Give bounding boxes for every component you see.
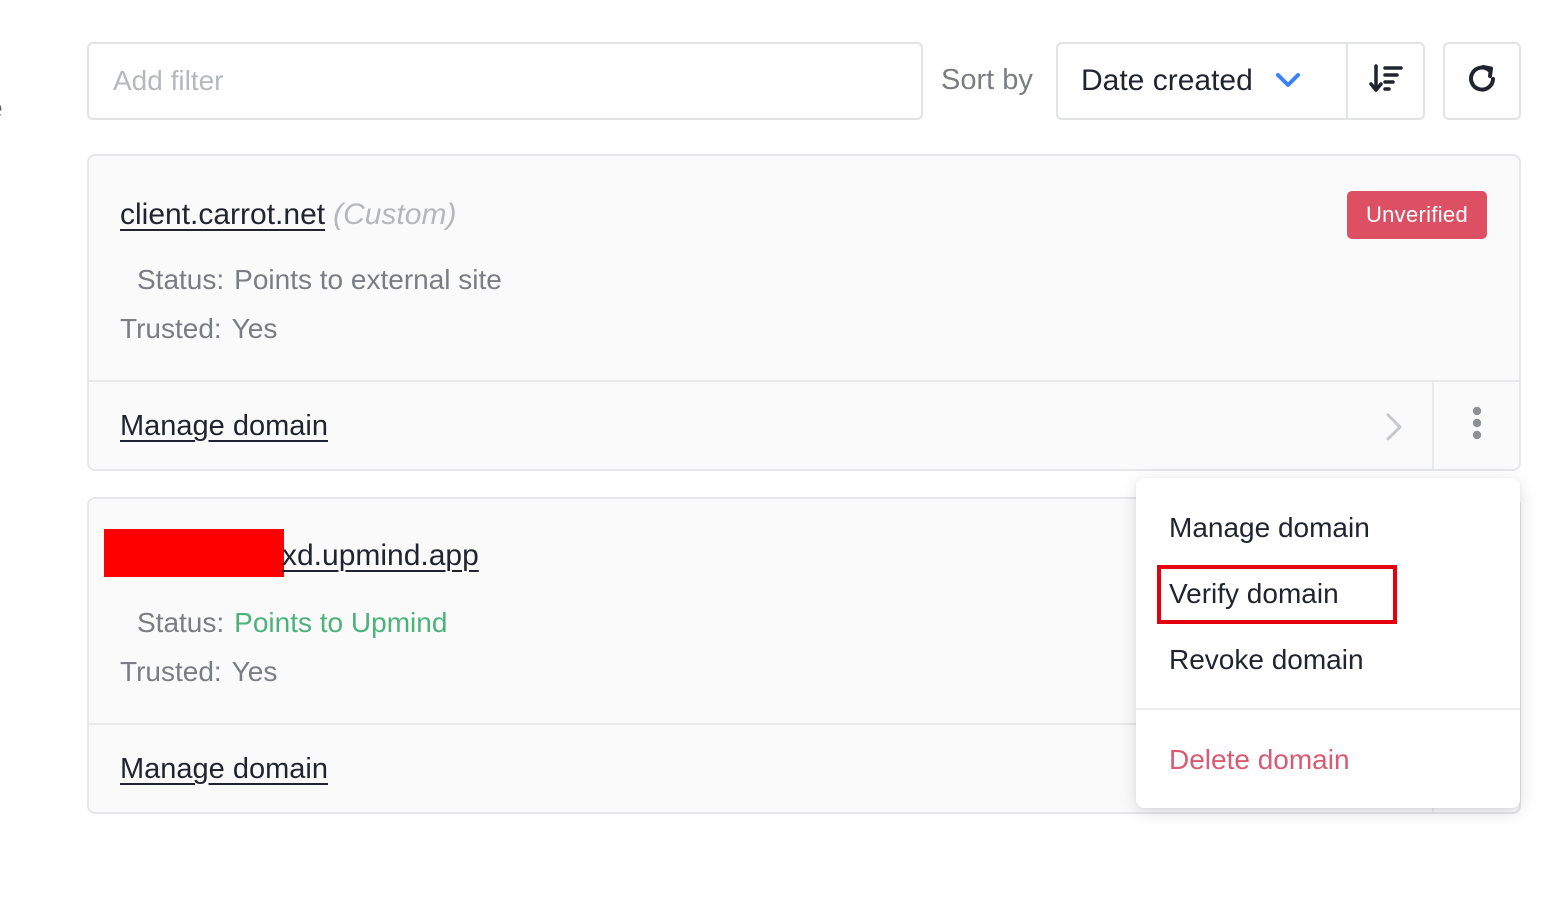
domain-name-link[interactable]: client.carrot.net [120, 198, 325, 231]
domain-type-label: (Custom) [333, 198, 457, 231]
trusted-label: Trusted: [120, 656, 222, 687]
menu-item-revoke-domain[interactable]: Revoke domain [1169, 644, 1364, 676]
status-value: Points to external site [234, 264, 502, 295]
sort-descending-icon [1368, 63, 1403, 100]
sort-by-label: Sort by [941, 64, 1033, 96]
domain-card-footer: Manage domain [89, 380, 1519, 469]
trusted-value: Yes [231, 313, 278, 344]
sort-field-select[interactable]: Date created [1058, 44, 1348, 118]
trusted-row: Trusted: Yes [120, 656, 277, 688]
chevron-right-icon[interactable] [1384, 412, 1404, 447]
menu-item-manage-domain[interactable]: Manage domain [1169, 512, 1370, 544]
status-row: Status: Points to external site [137, 264, 502, 296]
sort-control: Date created [1056, 42, 1425, 120]
kebab-icon [1471, 406, 1483, 445]
menu-item-delete-domain[interactable]: Delete domain [1169, 744, 1350, 776]
sort-direction-button[interactable] [1348, 44, 1423, 118]
trusted-value: Yes [231, 656, 278, 687]
status-label: Status: [137, 264, 225, 295]
status-badge: Unverified [1346, 191, 1487, 239]
refresh-button[interactable] [1443, 42, 1521, 120]
status-row: Status: Points to Upmind [137, 607, 447, 639]
domain-name-link[interactable]: xd.upmind.app [282, 539, 479, 573]
menu-divider [1136, 708, 1520, 710]
add-filter-input[interactable] [87, 42, 923, 120]
sort-field-value: Date created [1081, 64, 1253, 97]
more-actions-button[interactable] [1432, 382, 1519, 469]
status-label: Status: [137, 607, 225, 638]
domains-page: e Sort by Date created [0, 0, 1564, 904]
manage-domain-link[interactable]: Manage domain [120, 410, 328, 443]
redaction-block [104, 529, 284, 577]
domain-title: client.carrot.net (Custom) [120, 198, 456, 232]
refresh-icon [1464, 61, 1500, 102]
manage-domain-link[interactable]: Manage domain [120, 753, 328, 786]
status-value: Points to Upmind [234, 607, 448, 638]
chevron-down-icon [1275, 71, 1301, 94]
trusted-label: Trusted: [120, 313, 222, 344]
menu-item-verify-domain[interactable]: Verify domain [1169, 578, 1339, 610]
domain-card: client.carrot.net (Custom) Unverified Sta… [87, 154, 1521, 471]
trusted-row: Trusted: Yes [120, 313, 277, 345]
clipped-sidebar-text: e [0, 92, 3, 126]
domain-actions-menu: Manage domain Verify domain Revoke domai… [1136, 478, 1520, 808]
domain-card-body: client.carrot.net (Custom) Unverified Sta… [89, 156, 1519, 382]
